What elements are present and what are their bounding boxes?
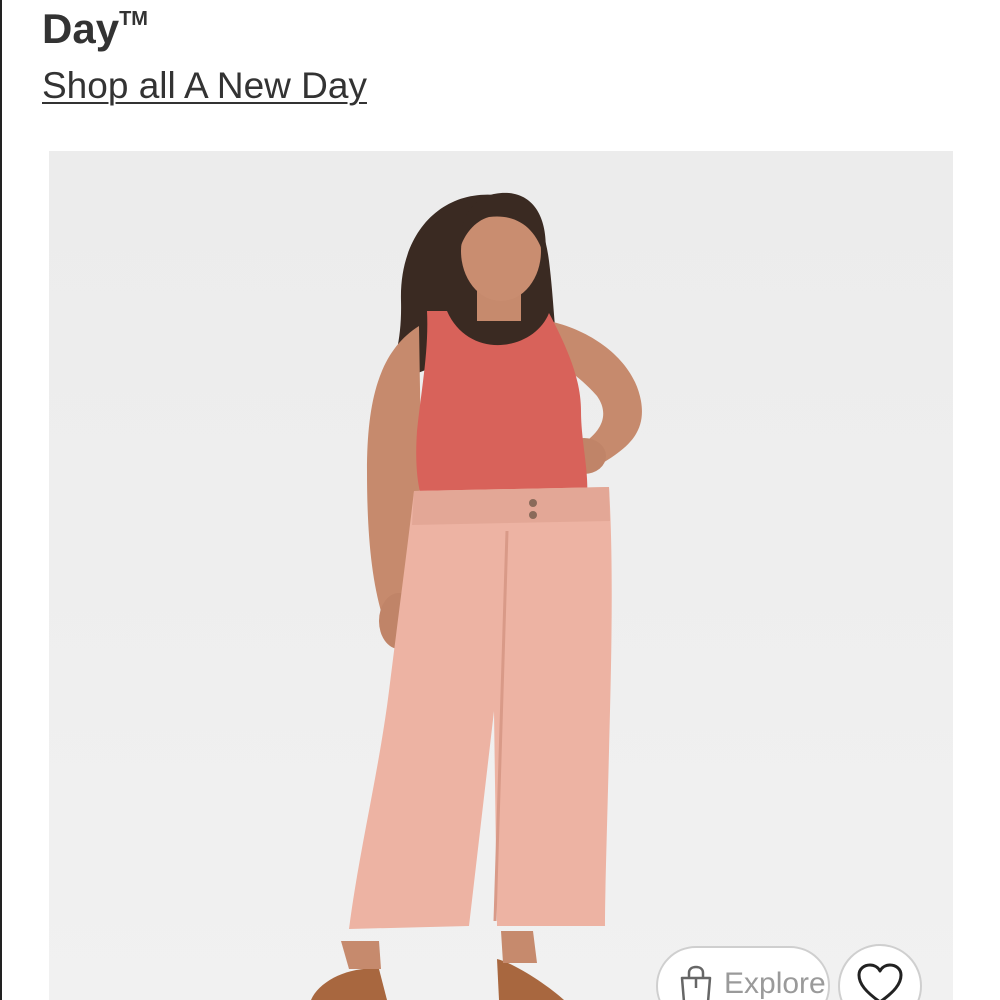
shopping-bag-icon	[680, 965, 712, 1000]
explore-label: Explore	[724, 967, 826, 1000]
shop-all-brand-link[interactable]: Shop all A New Day	[42, 64, 367, 108]
brand-title-text: Day	[42, 5, 120, 52]
screen-edge	[0, 0, 2, 1000]
trademark-mark: TM	[119, 8, 148, 30]
product-image[interactable]	[49, 151, 953, 1000]
heart-icon	[857, 963, 903, 1000]
brand-title: DayTM	[42, 0, 148, 56]
model-illustration	[311, 192, 642, 1000]
explore-button[interactable]: Explore	[656, 946, 830, 1000]
